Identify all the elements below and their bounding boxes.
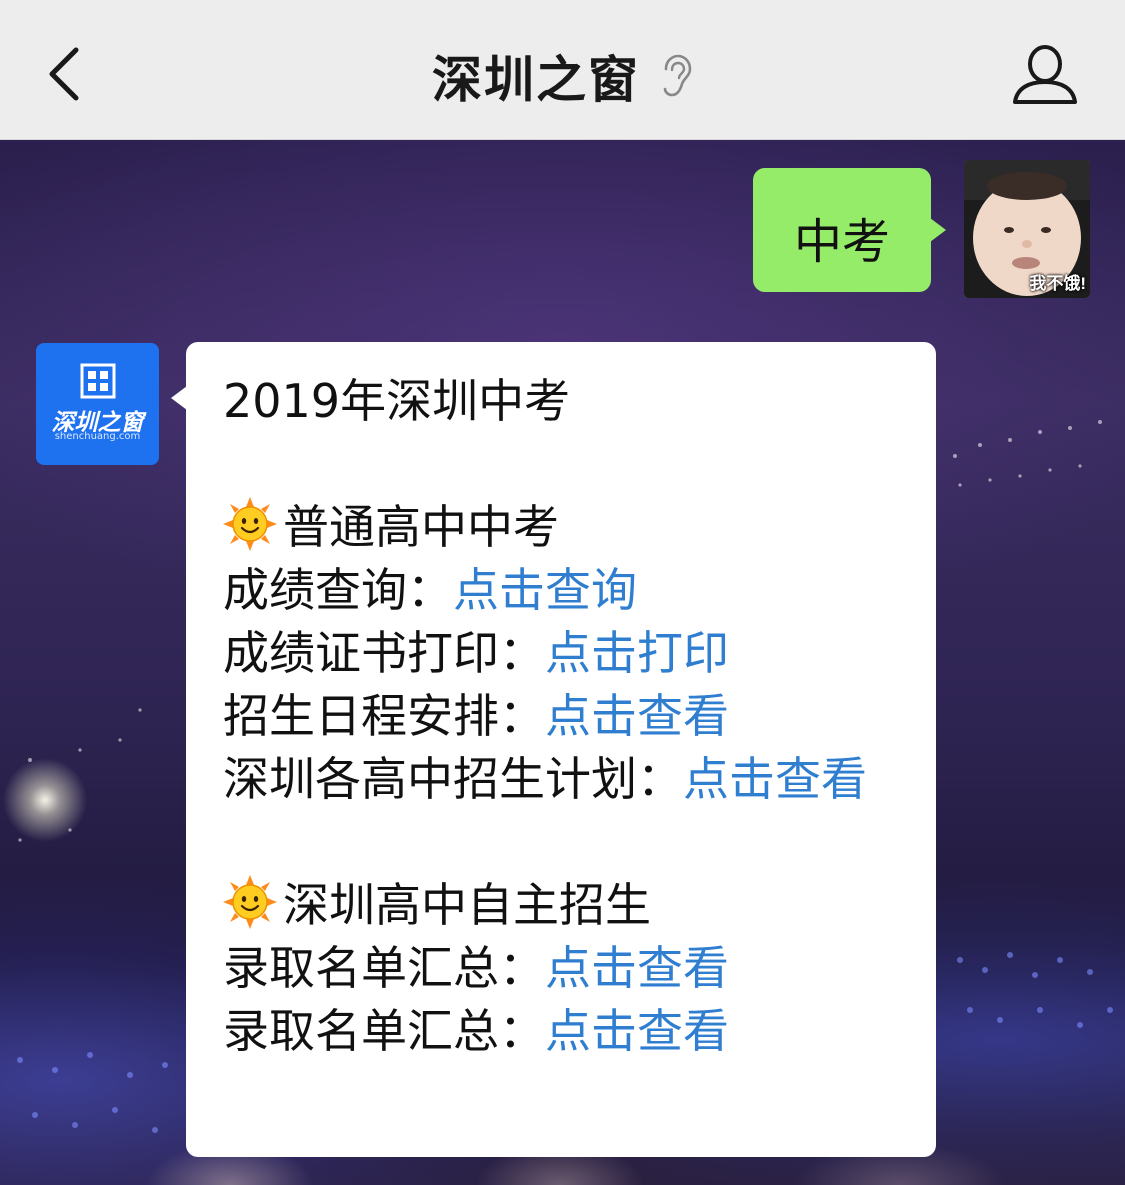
incoming-message-bubble[interactable]: 2019年深圳中考 普通高中中考 成绩查询：点击查询 成绩证书打印：点击打印 招… [171,342,936,1157]
outgoing-message-bubble[interactable]: 中考 [753,168,946,292]
user-avatar[interactable]: 我不饿! [964,160,1090,298]
item-label: 招生日程安排： [223,689,545,743]
list-item: 录取名单汇总：点击查看 [223,937,913,1000]
view-enrollment-plan-link[interactable]: 点击查看 [683,752,867,806]
outgoing-message-text: 中考 [793,214,890,270]
profile-button[interactable] [1009,40,1081,112]
list-item: 深圳各高中招生计划：点击查看 [223,748,913,811]
section-heading: 普通高中中考 [223,496,913,559]
item-label: 录取名单汇总： [223,941,545,995]
person-icon [1013,45,1077,104]
nav-bar: 深圳之窗 [0,0,1125,140]
sun-emoji-icon [223,875,277,929]
section-title: 深圳高中自主招生 [283,878,651,932]
item-label: 成绩证书打印： [223,626,545,680]
list-item: 成绩证书打印：点击打印 [223,622,913,685]
item-label: 深圳各高中招生计划： [223,752,683,806]
sun-emoji-icon [223,497,277,551]
query-score-link[interactable]: 点击查询 [453,563,637,617]
list-item: 录取名单汇总：点击查看 [223,1000,913,1063]
list-item: 招生日程安排：点击查看 [223,685,913,748]
item-label: 录取名单汇总： [223,1004,545,1058]
nav-title-wrap: 深圳之窗 [0,40,1125,110]
sender-avatar[interactable]: 深圳之窗 shenchuang.com [36,343,159,465]
message-title: 2019年深圳中考 [223,374,571,428]
sender-logo-url: shenchuang.com [54,431,141,442]
view-admission-list-link[interactable]: 点击查看 [545,1004,729,1058]
avatar-caption: 我不饿! [1029,274,1086,293]
section-heading: 深圳高中自主招生 [223,874,913,937]
print-certificate-link[interactable]: 点击打印 [545,626,729,680]
item-label: 成绩查询： [223,563,453,617]
view-admission-list-link[interactable]: 点击查看 [545,941,729,995]
page-title: 深圳之窗 [431,51,640,109]
list-item: 成绩查询：点击查询 [223,559,913,622]
incoming-message-text: 2019年深圳中考 普通高中中考 成绩查询：点击查询 成绩证书打印：点击打印 招… [223,370,913,1063]
view-schedule-link[interactable]: 点击查看 [545,689,729,743]
ear-icon [663,54,692,97]
window-logo-icon [80,363,116,399]
section-title: 普通高中中考 [283,500,559,554]
